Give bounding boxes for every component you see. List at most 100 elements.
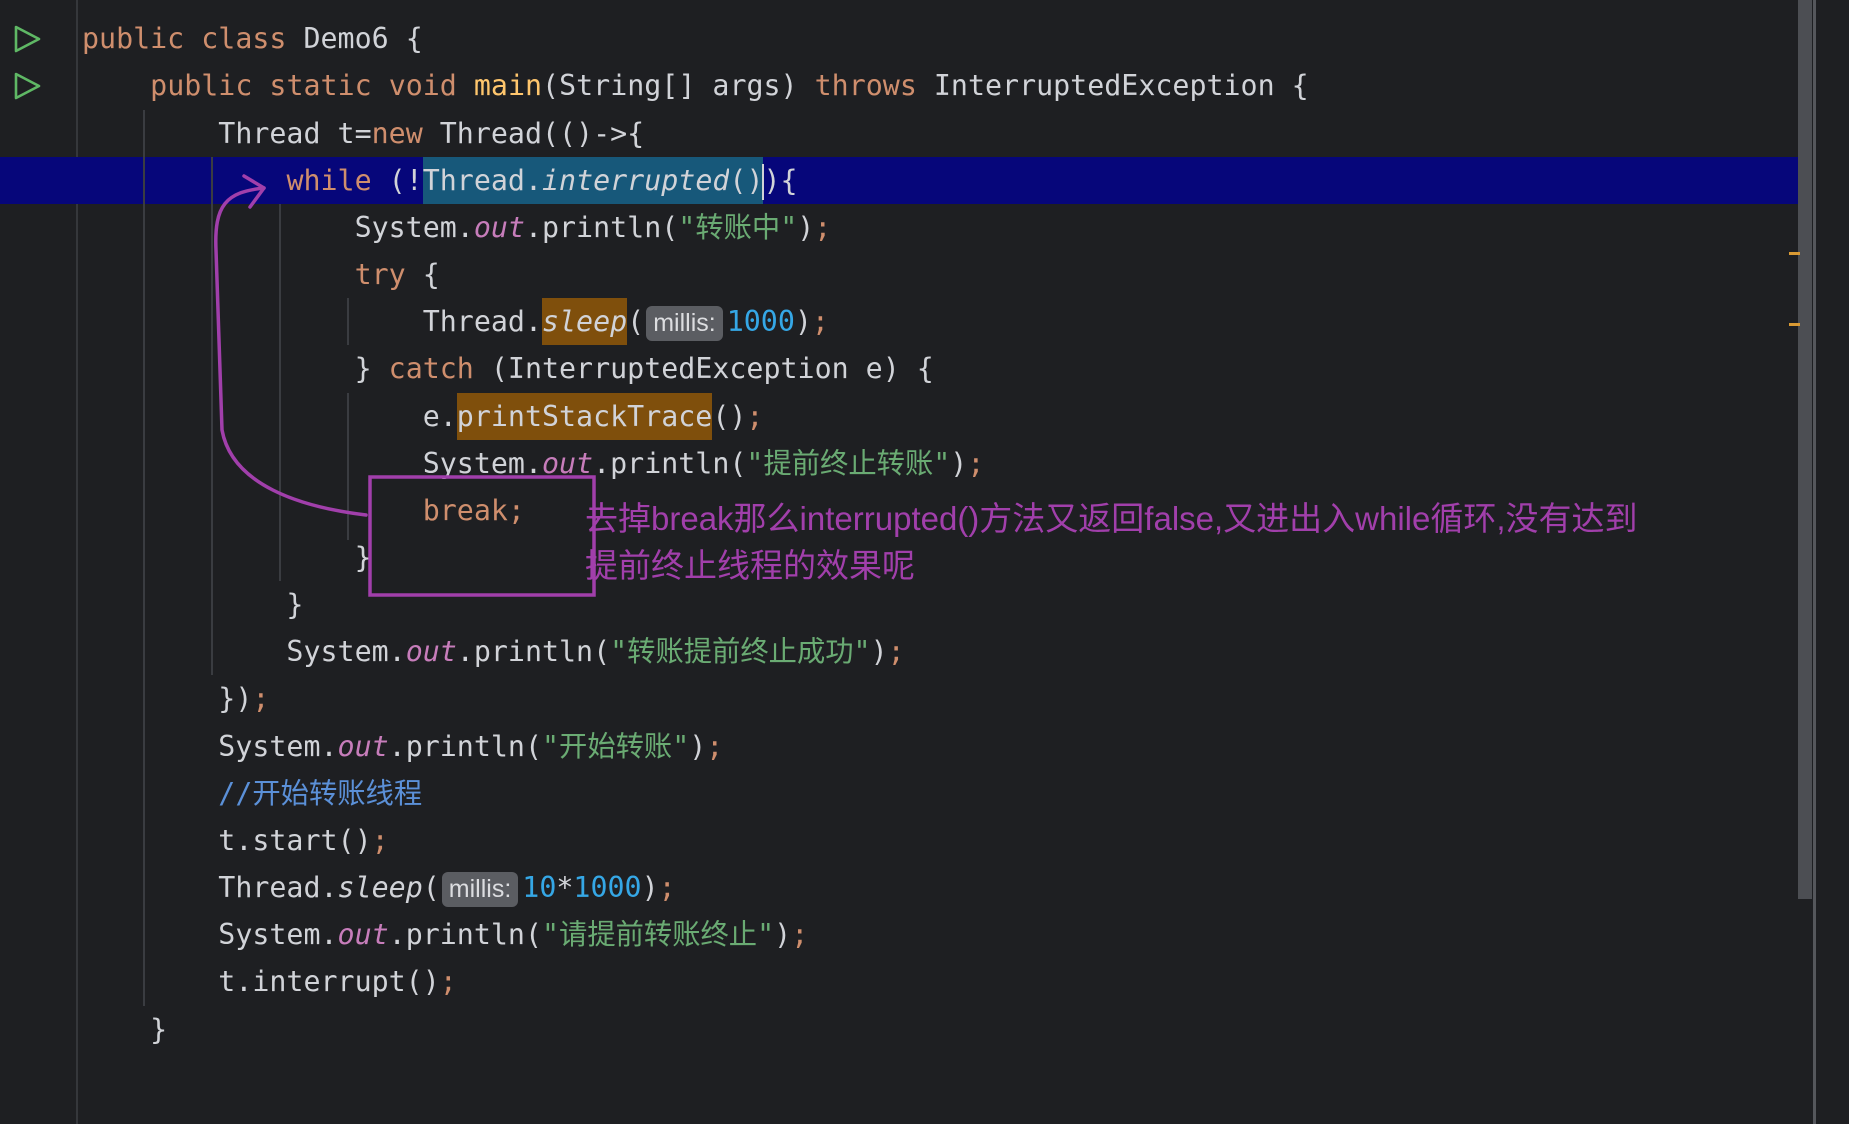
code-line[interactable]: t.interrupt();: [82, 958, 1309, 1005]
code-text: }: [82, 541, 372, 575]
code-number: 1000: [573, 871, 642, 905]
code-line[interactable]: //开始转账线程: [82, 770, 1309, 817]
code-static-field: out: [337, 918, 389, 952]
code-string: "提前终止转账": [746, 446, 951, 480]
code-line[interactable]: Thread t=new Thread(()->{: [82, 110, 1309, 157]
code-line[interactable]: public static void main(String[] args) t…: [82, 62, 1309, 109]
code-text: .println(: [524, 210, 679, 244]
code-line[interactable]: System.out.println("请提前转账终止");: [82, 911, 1309, 958]
code-text: }: [82, 588, 304, 622]
code-line[interactable]: e.printStackTrace();: [82, 392, 1309, 440]
code-line[interactable]: System.out.println("转账提前终止成功");: [82, 628, 1309, 675]
code-semicolon: ;: [887, 635, 905, 669]
code-static-method: sleep: [337, 871, 423, 905]
code-text: System.: [82, 446, 542, 480]
code-text: .println(: [593, 446, 747, 480]
code-text: (InterruptedException e) {: [473, 352, 934, 386]
code-static-field: out: [473, 210, 525, 244]
code-text: (: [627, 305, 645, 339]
code-text: }: [82, 1012, 168, 1046]
code-line[interactable]: t.start();: [82, 817, 1309, 864]
annotation-note-line: 去掉break那么interrupted()方法又返回false,又进出入whi…: [585, 500, 1638, 537]
code-comment: //开始转账线程: [218, 776, 423, 810]
code-semicolon: ;: [746, 399, 764, 433]
code-line[interactable]: }: [82, 1006, 1309, 1053]
code-keyword: throws: [814, 69, 917, 103]
code-text: (): [712, 399, 747, 433]
code-line[interactable]: Thread.sleep(millis: 1000);: [82, 298, 1309, 346]
code-keyword: public: [82, 22, 185, 56]
run-class-icon[interactable]: [13, 25, 41, 53]
code-text: }): [82, 682, 253, 716]
code-line[interactable]: });: [82, 675, 1309, 722]
code-text: Thread.: [82, 871, 338, 905]
code-line[interactable]: System.out.println("提前终止转账");: [82, 440, 1309, 487]
code-text: *: [556, 871, 574, 905]
code-method-name: main: [473, 69, 543, 103]
code-text: ){: [763, 163, 798, 197]
code-keyword: public: [150, 69, 253, 103]
code-number: 10: [522, 871, 557, 905]
code-text: t.start(): [82, 823, 372, 857]
code-string: "开始转账": [541, 729, 690, 763]
code-text: (): [729, 156, 764, 204]
code-line[interactable]: while (!Thread.interrupted()){: [82, 156, 1309, 204]
code-line[interactable]: public class Demo6 {: [82, 15, 1309, 62]
code-semicolon: ;: [814, 210, 832, 244]
code-text: (String[] args): [542, 69, 815, 103]
code-line[interactable]: System.out.println("转账中");: [82, 204, 1309, 251]
code-text: (: [422, 871, 440, 905]
code-keyword: catch: [388, 352, 474, 386]
code-text: System.: [82, 635, 406, 669]
code-text: .println(: [388, 918, 542, 952]
code-text: ): [797, 210, 815, 244]
code-editor[interactable]: public class Demo6 { public static void …: [0, 0, 1849, 1124]
code-semicolon: ;: [791, 918, 809, 952]
code-string: "转账提前终止成功": [610, 635, 871, 669]
code-line[interactable]: } catch (InterruptedException e) {: [82, 345, 1309, 392]
code-keyword: try: [354, 258, 406, 292]
code-semicolon: ;: [507, 493, 525, 527]
code-text: (!: [371, 163, 423, 197]
parameter-hint: millis:: [441, 871, 519, 907]
code-text: Thread.: [82, 305, 542, 339]
code-text: Thread.: [422, 156, 542, 204]
code-semicolon: ;: [252, 682, 270, 716]
code-text: .println(: [456, 635, 611, 669]
code-semicolon: ;: [967, 446, 985, 480]
code-text: ): [774, 918, 792, 952]
code-semicolon: ;: [658, 871, 676, 905]
warning-stripe-mark[interactable]: [1789, 323, 1800, 326]
code-text: ): [870, 635, 888, 669]
code-line[interactable]: try {: [82, 251, 1309, 298]
code-text: t.interrupt(): [82, 965, 440, 999]
annotation-note-line: 提前终止线程的效果呢: [585, 547, 915, 584]
warning-stripe-mark[interactable]: [1789, 252, 1800, 255]
code-keyword: void: [388, 69, 457, 103]
code-text: Thread t=: [82, 116, 372, 150]
code-keyword: while: [286, 163, 372, 197]
code-line[interactable]: System.out.println("开始转账");: [82, 723, 1309, 770]
code-text: .println(: [388, 729, 542, 763]
code-semicolon: ;: [811, 305, 829, 339]
run-main-icon[interactable]: [13, 72, 41, 100]
code-keyword: break: [422, 493, 508, 527]
parameter-hint: millis:: [646, 305, 723, 341]
code-text: e.: [82, 399, 457, 433]
code-semicolon: ;: [371, 823, 389, 857]
code-static-method: sleep: [541, 298, 628, 346]
vertical-scrollbar-thumb[interactable]: [1798, 0, 1812, 900]
code-line[interactable]: Thread.sleep(millis: 10*1000);: [82, 864, 1309, 911]
code-text: System.: [82, 918, 338, 952]
code-number: 1000: [726, 305, 795, 339]
code-text: printStackTrace: [456, 392, 713, 440]
